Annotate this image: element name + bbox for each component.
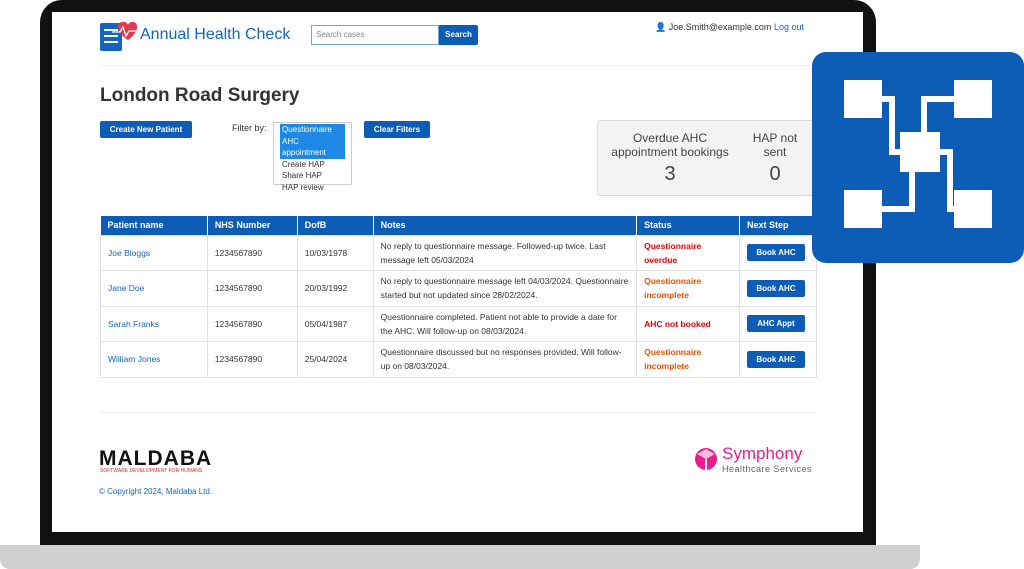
column-header[interactable]: Notes	[373, 216, 638, 235]
stat-overdue: Overdue AHC appointment bookings 3	[611, 131, 729, 185]
status: Questionnaire incomplete	[636, 270, 740, 307]
next-step-button[interactable]: Book AHC	[746, 279, 805, 297]
stats-panel: Overdue AHC appointment bookings 3 HAP no…	[597, 120, 827, 196]
next-step-cell: Book AHC	[738, 234, 818, 271]
filter-label: Filter by:	[232, 123, 267, 133]
patients-table: Patient name NHS Number DofB Notes Status Nex…	[100, 216, 818, 378]
patient-name-link[interactable]: William Jones	[100, 341, 208, 378]
patient-name-link[interactable]: Joe Bloggs	[100, 234, 208, 271]
next-step-button[interactable]: Book AHC	[746, 244, 805, 262]
date-of-birth: 20/03/1992	[296, 270, 374, 307]
table-row: Sarah Franks 1234567890 05/04/1987 Quest…	[100, 305, 818, 342]
filter-option[interactable]: AHC appointment	[280, 135, 345, 159]
symphony-logo: Symphony	[722, 444, 803, 463]
filter-option[interactable]: HAP review	[280, 182, 345, 194]
notes: Questionnaire completed. Patient not abl…	[372, 305, 638, 342]
patient-name-link[interactable]: Jane Doe	[100, 270, 208, 307]
table-row: Joe Bloggs 1234567890 10/03/1978 No repl…	[100, 234, 818, 271]
next-step-button[interactable]: Book AHC	[746, 350, 805, 368]
app-screen: Annual Health Check Search cases Search …	[52, 12, 863, 532]
user-icon: 👤	[655, 22, 667, 32]
search-input[interactable]: Search cases	[311, 25, 439, 45]
logout-link[interactable]: Log out	[774, 22, 804, 32]
symphony-logo-icon	[695, 448, 717, 470]
date-of-birth: 05/04/1987	[296, 305, 374, 342]
filter-option[interactable]: Create HAP	[280, 159, 345, 171]
next-step-cell: AHC Appt	[738, 305, 818, 342]
column-header[interactable]: Next Step	[739, 216, 818, 235]
workflow-diagram-icon	[812, 52, 1024, 263]
date-of-birth: 10/03/1978	[296, 234, 374, 271]
column-header[interactable]: Patient name	[100, 216, 208, 235]
column-header[interactable]: DofB	[297, 216, 374, 235]
date-of-birth: 25/04/2024	[296, 341, 374, 378]
next-step-cell: Book AHC	[738, 270, 818, 307]
app-title: Annual Health Check	[140, 26, 291, 43]
divider	[100, 412, 816, 413]
copyright: © Copyright 2024, Maldaba Ltd.	[99, 487, 213, 496]
notes: Questionnaire discussed but no responses…	[372, 341, 638, 378]
symphony-subtitle: Healthcare Services	[722, 464, 813, 474]
clear-filters-button[interactable]: Clear Filters	[364, 121, 430, 138]
filter-option[interactable]: Questionnaire	[280, 124, 345, 136]
user-email: Joe.Smith@example.com	[668, 22, 772, 32]
page-title: London Road Surgery	[100, 85, 300, 106]
maldaba-tagline: SOFTWARE DEVELOPMENT FOR HUMANS	[100, 468, 203, 474]
search-button[interactable]: Search	[439, 25, 478, 45]
create-new-patient-button[interactable]: Create New Patient	[100, 121, 192, 138]
filter-select[interactable]: Questionnaire AHC appointment Create HAP Sh…	[273, 122, 352, 192]
nhs-number: 1234567890	[206, 341, 298, 378]
health-check-logo-icon	[100, 21, 138, 51]
user-menu: 👤 Joe.Smith@example.com Log out	[655, 22, 804, 33]
status: AHC not booked	[636, 305, 740, 342]
status: Questionnaire overdue	[636, 234, 740, 271]
notes: No reply to questionnaire message left 0…	[372, 270, 638, 307]
table-row: William Jones 1234567890 25/04/2024 Ques…	[100, 341, 818, 378]
filter-option[interactable]: Share HAP	[280, 170, 345, 182]
nhs-number: 1234567890	[206, 270, 298, 307]
column-header[interactable]: Status	[636, 216, 740, 235]
divider	[100, 65, 816, 66]
nhs-number: 1234567890	[206, 305, 298, 342]
stat-hap-not-sent: HAP not sent 0	[752, 131, 798, 185]
next-step-button[interactable]: AHC Appt	[746, 315, 805, 333]
next-step-cell: Book AHC	[738, 341, 818, 378]
notes: No reply to questionnaire message. Follo…	[372, 234, 638, 271]
laptop-base	[0, 545, 920, 569]
nhs-number: 1234567890	[206, 234, 298, 271]
status: Questionnaire incomplete	[636, 341, 740, 378]
table-row: Jane Doe 1234567890 20/03/1992 No reply …	[100, 270, 818, 307]
column-header[interactable]: NHS Number	[207, 216, 298, 235]
patient-name-link[interactable]: Sarah Franks	[100, 305, 208, 342]
